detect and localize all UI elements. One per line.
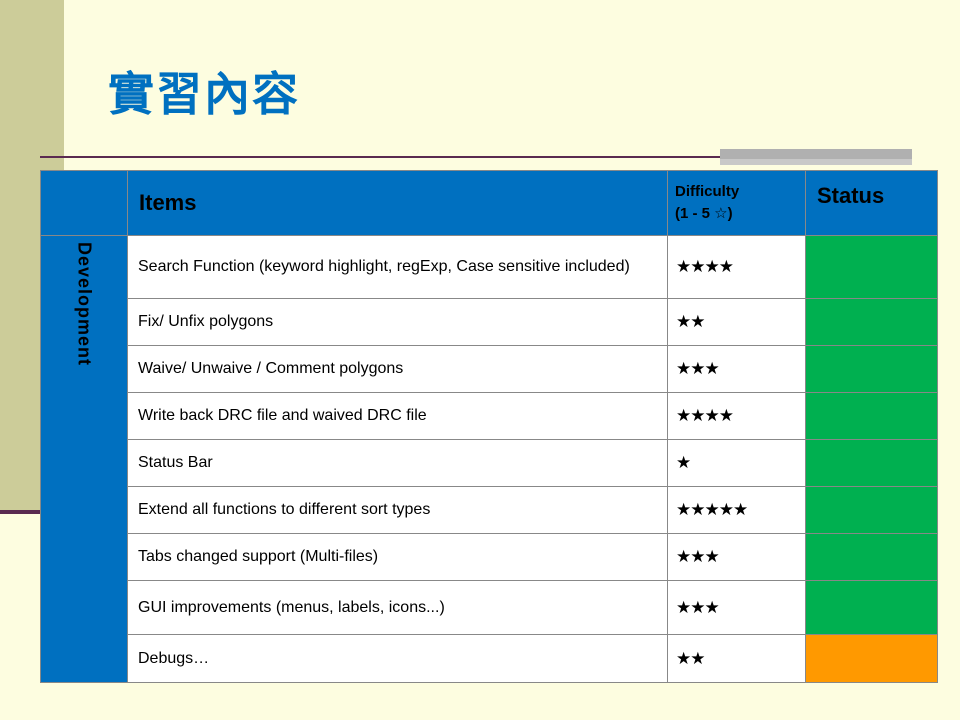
decorative-gray-bar bbox=[720, 149, 912, 159]
section-label: Development bbox=[74, 242, 95, 367]
row-status-indicator bbox=[805, 486, 938, 534]
row-difficulty-stars: ★★ bbox=[667, 634, 806, 683]
header-difficulty: Difficulty (1 - 5 ☆) bbox=[667, 170, 806, 236]
section-cell-development: Development bbox=[40, 235, 128, 683]
header-difficulty-line1: Difficulty bbox=[675, 183, 740, 200]
table-row: Waive/ Unwaive / Comment polygons ★★★ bbox=[41, 345, 938, 393]
row-item-text: Tabs changed support (Multi-files) bbox=[127, 533, 668, 581]
row-difficulty-stars: ★★★★★ bbox=[667, 486, 806, 534]
table-row: Write back DRC file and waived DRC file … bbox=[41, 392, 938, 440]
row-difficulty-stars: ★★★ bbox=[667, 345, 806, 393]
row-item-text: Status Bar bbox=[127, 439, 668, 487]
row-status-indicator bbox=[805, 634, 938, 683]
row-status-indicator bbox=[805, 298, 938, 346]
header-items: Items bbox=[127, 170, 668, 236]
slide-title: 實習內容 bbox=[108, 67, 300, 121]
row-item-text: Search Function (keyword highlight, regE… bbox=[127, 235, 668, 299]
table-row: Tabs changed support (Multi-files) ★★★ bbox=[41, 533, 938, 581]
row-item-text: Fix/ Unfix polygons bbox=[127, 298, 668, 346]
row-difficulty-stars: ★★★★ bbox=[667, 392, 806, 440]
row-difficulty-stars: ★★★ bbox=[667, 580, 806, 635]
table-row: Status Bar ★ bbox=[41, 439, 938, 487]
table-row: Extend all functions to different sort t… bbox=[41, 486, 938, 534]
row-item-text: GUI improvements (menus, labels, icons..… bbox=[127, 580, 668, 635]
table-row: Debugs… ★★ bbox=[41, 634, 938, 683]
table-header-row: Items Difficulty (1 - 5 ☆) Status bbox=[40, 170, 938, 236]
header-status: Status bbox=[805, 170, 938, 236]
row-status-indicator bbox=[805, 439, 938, 487]
row-item-text: Waive/ Unwaive / Comment polygons bbox=[127, 345, 668, 393]
decorative-gray-bar-lower bbox=[720, 159, 912, 165]
row-difficulty-stars: ★★★ bbox=[667, 533, 806, 581]
row-difficulty-stars: ★ bbox=[667, 439, 806, 487]
row-item-text: Extend all functions to different sort t… bbox=[127, 486, 668, 534]
row-item-text: Debugs… bbox=[127, 634, 668, 683]
header-difficulty-line2: (1 - 5 ☆) bbox=[675, 205, 733, 222]
row-status-indicator bbox=[805, 580, 938, 635]
table-row: GUI improvements (menus, labels, icons..… bbox=[41, 580, 938, 635]
row-status-indicator bbox=[805, 345, 938, 393]
header-section-cell bbox=[40, 170, 128, 236]
row-status-indicator bbox=[805, 235, 938, 299]
row-difficulty-stars: ★★ bbox=[667, 298, 806, 346]
row-status-indicator bbox=[805, 392, 938, 440]
row-difficulty-stars: ★★★★ bbox=[667, 235, 806, 299]
table-row: Fix/ Unfix polygons ★★ bbox=[41, 298, 938, 346]
row-item-text: Write back DRC file and waived DRC file bbox=[127, 392, 668, 440]
row-status-indicator bbox=[805, 533, 938, 581]
task-table: Items Difficulty (1 - 5 ☆) Status Develo… bbox=[40, 170, 938, 683]
table-row: Development Search Function (keyword hig… bbox=[40, 235, 938, 683]
